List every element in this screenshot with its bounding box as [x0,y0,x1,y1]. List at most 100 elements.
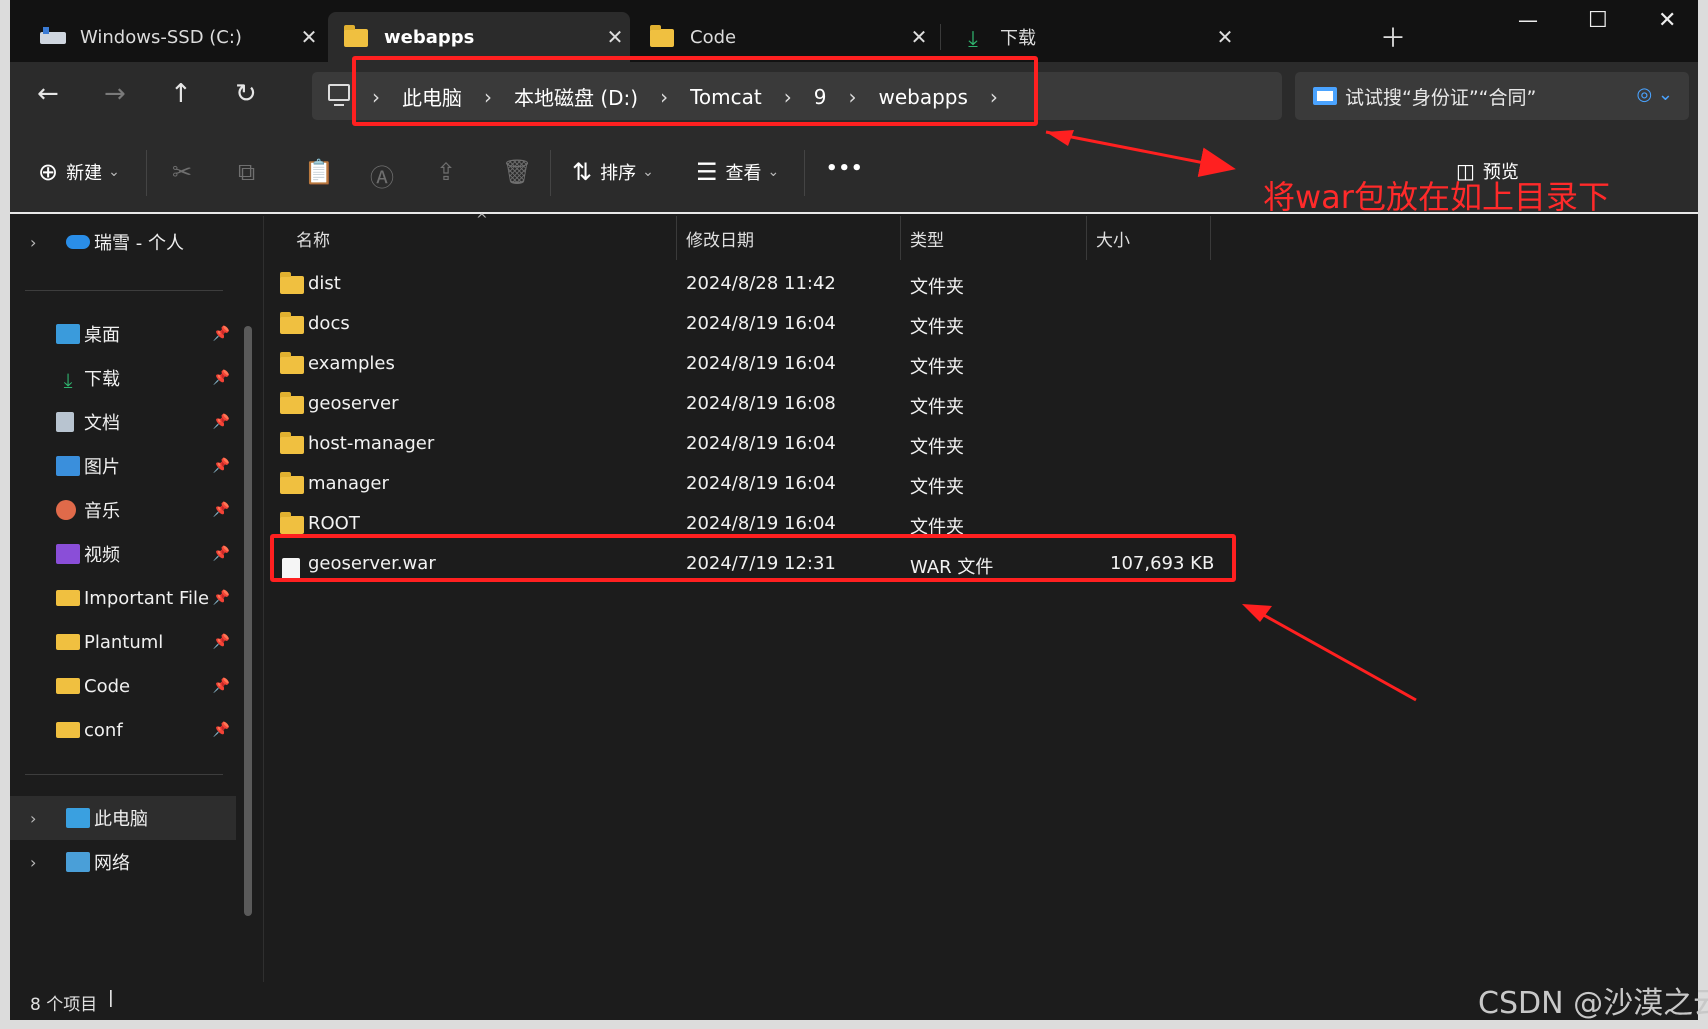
tab-code[interactable]: Code ✕ [634,12,934,62]
file-explorer-window: Windows-SSD (C:) ✕ webapps ✕ Code ✕ ⤓ 下载… [10,0,1698,1020]
search-scope-dropdown-icon[interactable]: ◎ ⌄ [1636,84,1673,105]
table-row[interactable]: host-manager 2024/8/19 16:04 文件夹 [268,424,1468,464]
column-divider[interactable] [900,216,901,260]
table-row[interactable]: geoserver 2024/8/19 16:08 文件夹 [268,384,1468,424]
pin-icon[interactable]: 📌 [213,634,230,650]
file-name: docs [308,313,350,334]
file-type: 文件夹 [910,357,964,378]
tab-webapps[interactable]: webapps ✕ [328,12,630,62]
view-button[interactable]: ☰ 查看 ⌄ [696,158,779,186]
sort-label: 排序 [600,163,637,184]
sidebar-item-code[interactable]: Code 📌 [10,664,236,708]
pin-icon[interactable]: 📌 [213,458,230,474]
column-header-type[interactable]: 类型 [910,226,944,251]
folder-icon [280,392,304,414]
file-type: 文件夹 [910,477,964,498]
file-name: examples [308,353,395,374]
pin-icon[interactable]: 📌 [213,502,230,518]
view-list-icon: ☰ [696,158,718,186]
more-options-button[interactable]: ••• [826,158,864,179]
tab-bar: Windows-SSD (C:) ✕ webapps ✕ Code ✕ ⤓ 下载… [10,0,1698,62]
pin-icon[interactable]: 📌 [213,590,230,606]
cut-icon[interactable]: ✂ [172,158,200,186]
new-button[interactable]: ⊕ 新建 ⌄ [38,158,120,186]
sidebar-item-downloads[interactable]: ⤓ 下载 📌 [10,356,236,400]
pin-icon[interactable]: 📌 [213,326,230,342]
delete-icon[interactable]: 🗑 [502,158,540,186]
file-type: 文件夹 [910,277,964,298]
sidebar-item-pictures[interactable]: 图片 📌 [10,444,236,488]
divider [804,150,805,196]
table-row[interactable]: examples 2024/8/19 16:04 文件夹 [268,344,1468,384]
sidebar-item-important-file[interactable]: Important File 📌 [10,576,236,620]
download-icon: ⤓ [968,27,978,52]
file-name: manager [308,473,389,494]
sidebar-item-videos[interactable]: 视频 📌 [10,532,236,576]
sidebar-item-onedrive[interactable]: › 瑞雪 - 个人 [10,220,236,264]
folder-icon [280,432,304,454]
back-arrow-icon[interactable]: ← [37,79,59,109]
chevron-right-icon[interactable]: › [30,853,46,872]
sidebar-item-documents[interactable]: 文档 📌 [10,400,236,444]
music-icon [56,500,76,520]
sidebar-item-label: 桌面 [84,325,120,346]
close-tab-icon[interactable]: ✕ [600,25,630,49]
chevron-down-icon: ⌄ [108,164,120,180]
chevron-right-icon[interactable]: › [30,233,46,252]
folder-icon [344,25,370,47]
sidebar-item-this-pc[interactable]: › 此电脑 [10,796,236,840]
refresh-icon[interactable]: ↻ [235,79,257,109]
sidebar-item-conf[interactable]: conf 📌 [10,708,236,752]
search-box[interactable]: 试试搜“身份证”“合同” ◎ ⌄ [1295,72,1689,120]
computer-icon [66,808,90,828]
pin-icon[interactable]: 📌 [213,414,230,430]
tab-download[interactable]: ⤓ 下载 ✕ [944,12,1240,62]
tab-windows-ssd[interactable]: Windows-SSD (C:) ✕ [24,12,324,62]
forward-arrow-icon[interactable]: → [104,79,126,109]
close-tab-icon[interactable]: ✕ [294,25,324,49]
folder-icon [280,472,304,494]
close-tab-icon[interactable]: ✕ [1210,25,1240,49]
sidebar-item-desktop[interactable]: 桌面 📌 [10,312,236,356]
pin-icon[interactable]: 📌 [213,678,230,694]
pin-icon[interactable]: 📌 [213,722,230,738]
table-row[interactable]: docs 2024/8/19 16:04 文件夹 [268,304,1468,344]
sidebar-item-label: 下载 [84,369,120,390]
paste-icon[interactable]: 📋 [304,158,342,186]
sidebar-item-music[interactable]: 音乐 📌 [10,488,236,532]
this-pc-icon [328,84,350,106]
table-row[interactable]: manager 2024/8/19 16:04 文件夹 [268,464,1468,504]
pin-icon[interactable]: 📌 [213,370,230,386]
sidebar-scrollbar[interactable] [244,326,252,916]
sort-button[interactable]: ⇅ 排序 ⌄ [572,158,654,186]
up-arrow-icon[interactable]: ↑ [170,79,192,109]
column-header-name[interactable]: 名称 [296,226,330,251]
copy-icon[interactable]: ⧉ [238,158,263,186]
tab-divider [940,24,941,50]
annotation-highlight-address [352,56,1038,126]
sidebar-item-network[interactable]: › 网络 [10,840,236,884]
download-icon: ⤓ [63,368,73,392]
rename-icon[interactable]: Ⓐ [370,158,402,193]
column-divider[interactable] [676,216,677,260]
pin-icon[interactable]: 📌 [213,546,230,562]
new-tab-button[interactable]: ＋ [1380,18,1406,55]
share-icon[interactable]: ⇪ [436,158,464,186]
item-count: 8 个项目 [30,995,98,1015]
close-window-button[interactable]: ✕ [1658,8,1676,33]
table-row[interactable]: dist 2024/8/28 11:42 文件夹 [268,264,1468,304]
close-tab-icon[interactable]: ✕ [904,25,934,49]
file-modified: 2024/8/19 16:04 [686,353,836,374]
column-header-size[interactable]: 大小 [1096,226,1130,251]
chevron-right-icon[interactable]: › [30,809,46,828]
watermark: CSDN @沙漠之云 [1478,986,1708,1021]
maximize-button[interactable]: ☐ [1588,8,1608,33]
folder-icon [56,590,80,606]
sidebar-item-label: 音乐 [84,501,120,522]
sidebar-item-plantuml[interactable]: Plantuml 📌 [10,620,236,664]
column-divider[interactable] [1210,216,1211,260]
column-divider[interactable] [1086,216,1087,260]
column-header-modified[interactable]: 修改日期 [686,226,754,251]
minimize-button[interactable]: — [1518,8,1538,32]
divider [25,774,223,775]
